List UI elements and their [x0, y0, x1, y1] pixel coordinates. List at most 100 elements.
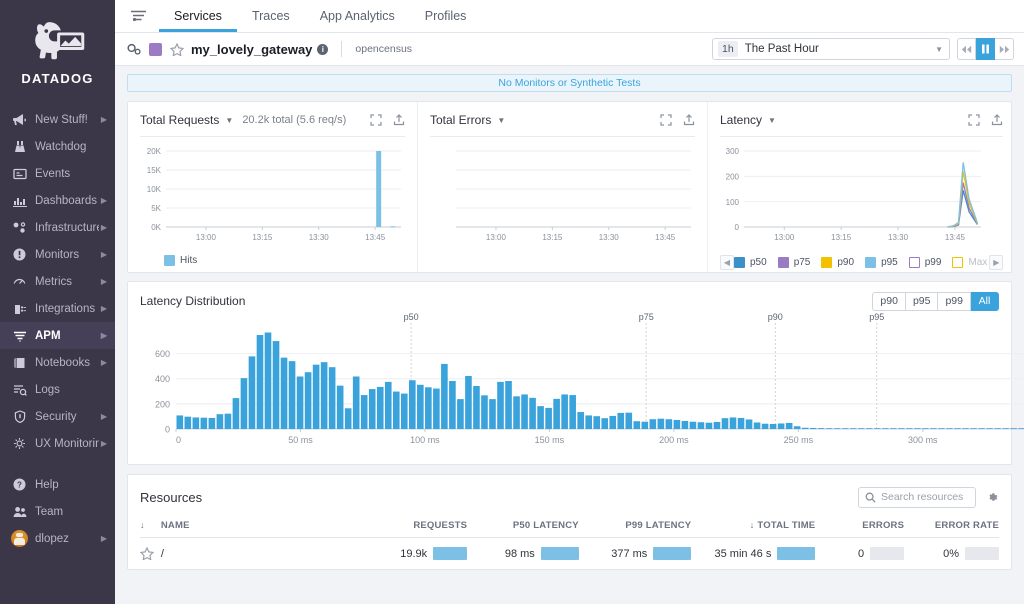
export-icon[interactable]: [393, 114, 405, 126]
no-monitors-banner[interactable]: No Monitors or Synthetic Tests: [127, 74, 1012, 92]
tab-app-analytics[interactable]: App Analytics: [305, 0, 410, 32]
chevron-right-icon: ▶: [101, 250, 107, 259]
sidebar-item-dashboards[interactable]: Dashboards ▶: [0, 187, 115, 214]
graph-header: Total Errors ▼: [430, 111, 695, 129]
sidebar-item-notebooks[interactable]: Notebooks ▶: [0, 349, 115, 376]
chevron-down-icon[interactable]: ▼: [497, 116, 505, 125]
cell-bar: [870, 547, 904, 560]
legend-swatch: [821, 257, 832, 268]
latency-plot[interactable]: 010020030013:0013:1513:3013:45: [720, 145, 1003, 250]
logs-icon: [11, 382, 28, 398]
percentile-button-p95[interactable]: p95: [906, 292, 939, 311]
search-resources-box[interactable]: [858, 487, 976, 508]
column-total-time[interactable]: ↓TOTAL TIME: [691, 516, 815, 538]
total-requests-plot[interactable]: 0K5K10K15K20K13:0013:1513:3013:45: [140, 145, 405, 250]
graph-total-requests: Total Requests ▼ 20.2k total (5.6 req/s): [128, 102, 417, 272]
gears-icon[interactable]: [127, 43, 142, 56]
export-icon[interactable]: [991, 114, 1003, 126]
search-resources-input[interactable]: [881, 491, 969, 503]
time-range-label: The Past Hour: [745, 43, 935, 55]
info-icon[interactable]: i: [317, 44, 328, 55]
page-content: No Monitors or Synthetic Tests Total Req…: [115, 66, 1024, 604]
legend-item-p50[interactable]: p50: [734, 257, 767, 268]
total-errors-plot[interactable]: 13:0013:1513:3013:45: [430, 145, 695, 250]
sidebar-item-integrations[interactable]: Integrations ▶: [0, 295, 115, 322]
forward-button[interactable]: [995, 38, 1014, 60]
column-name[interactable]: NAME: [161, 516, 362, 538]
integrations-icon: [11, 301, 28, 317]
export-icon[interactable]: [683, 114, 695, 126]
percentile-button-p99[interactable]: p99: [938, 292, 971, 311]
latency-distribution-header: Latency Distribution p90 p95 p99 All: [140, 291, 999, 311]
sidebar-item-team[interactable]: Team: [0, 498, 115, 525]
service-header: my_lovely_gateway i opencensus 1h The Pa…: [115, 33, 1024, 66]
sidebar-item-help[interactable]: ? Help: [0, 471, 115, 498]
chevron-right-icon: ▶: [101, 115, 107, 124]
legend-item-p95[interactable]: p95: [865, 257, 898, 268]
sidebar-label: Events: [35, 168, 107, 180]
binoculars-icon: [11, 139, 28, 155]
latency-histogram-plot[interactable]: 0200400600050 ms100 ms150 ms200 ms250 ms…: [140, 311, 999, 454]
brand-logo[interactable]: DATADOG: [0, 0, 115, 100]
sidebar-item-apm[interactable]: APM ▶: [0, 322, 115, 349]
percentile-button-p90[interactable]: p90: [872, 292, 906, 311]
column-p99-latency[interactable]: P99 LATENCY: [579, 516, 692, 538]
table-row[interactable]: / 19.9k 98 ms: [140, 538, 999, 570]
sidebar-item-user[interactable]: dlopez ▶: [0, 525, 115, 552]
graph-actions: [370, 114, 405, 126]
sidebar-item-watchdog[interactable]: Watchdog: [0, 133, 115, 160]
column-error-rate[interactable]: ERROR RATE: [904, 516, 999, 538]
top-tab-bar: Services Traces App Analytics Profiles: [115, 0, 1024, 33]
legend-item-max[interactable]: Max: [952, 257, 987, 268]
graph-title: Latency: [720, 113, 762, 127]
tab-traces[interactable]: Traces: [237, 0, 305, 32]
column-errors[interactable]: ERRORS: [815, 516, 904, 538]
column-sort-indicator[interactable]: ↓: [140, 516, 161, 538]
legend-next-button[interactable]: ▶: [989, 255, 1003, 270]
expand-icon[interactable]: [370, 114, 382, 126]
percentile-button-all[interactable]: All: [971, 292, 999, 311]
rewind-button[interactable]: [957, 38, 976, 60]
expand-icon[interactable]: [660, 114, 672, 126]
sidebar-item-security[interactable]: Security ▶: [0, 403, 115, 430]
service-color-swatch[interactable]: [149, 43, 162, 56]
svg-text:13:45: 13:45: [945, 233, 966, 242]
legend-swatch: [734, 257, 745, 268]
sidebar-item-new-stuff[interactable]: New Stuff! ▶: [0, 106, 115, 133]
pause-button[interactable]: [976, 38, 995, 60]
tab-label: Traces: [252, 9, 290, 23]
sidebar-item-logs[interactable]: Logs: [0, 376, 115, 403]
sidebar-item-ux-monitoring[interactable]: UX Monitoring ▶: [0, 430, 115, 457]
table-header-row: ↓ NAME REQUESTS P50 LATENCY P99 LATENCY …: [140, 516, 999, 538]
chevron-down-icon[interactable]: ▼: [225, 116, 233, 125]
chevron-down-icon[interactable]: ▼: [768, 116, 776, 125]
column-p50-latency[interactable]: P50 LATENCY: [467, 516, 579, 538]
legend-swatch: [952, 257, 963, 268]
legend-prev-button[interactable]: ◀: [720, 255, 734, 270]
apm-filter-icon[interactable]: [125, 0, 151, 32]
sidebar-item-infrastructure[interactable]: Infrastructure ▶: [0, 214, 115, 241]
chevron-right-icon: ▶: [101, 223, 107, 232]
sidebar-item-metrics[interactable]: Metrics ▶: [0, 268, 115, 295]
column-requests[interactable]: REQUESTS: [362, 516, 467, 538]
expand-icon[interactable]: [968, 114, 980, 126]
tab-services[interactable]: Services: [159, 0, 237, 32]
sidebar-item-events[interactable]: Events: [0, 160, 115, 187]
legend-item-p90[interactable]: p90: [821, 257, 854, 268]
legend-item-p99[interactable]: p99: [909, 257, 942, 268]
legend-item-p75[interactable]: p75: [778, 257, 811, 268]
legend-item[interactable]: Hits: [164, 255, 197, 266]
favorite-star-icon[interactable]: [170, 43, 184, 56]
row-total-time: 35 min 46 s: [691, 538, 815, 570]
table-settings-gear-icon[interactable]: [986, 491, 999, 504]
time-range-picker[interactable]: 1h The Past Hour ▼: [712, 38, 950, 60]
svg-text:13:00: 13:00: [196, 233, 217, 242]
svg-text:p75: p75: [639, 312, 654, 322]
sidebar-label: APM: [35, 330, 99, 342]
row-favorite-star-icon[interactable]: [140, 538, 161, 570]
cell-value: 0: [858, 548, 864, 560]
svg-text:p95: p95: [869, 312, 884, 322]
sidebar-label: Logs: [35, 384, 107, 396]
tab-profiles[interactable]: Profiles: [410, 0, 482, 32]
sidebar-item-monitors[interactable]: Monitors ▶: [0, 241, 115, 268]
